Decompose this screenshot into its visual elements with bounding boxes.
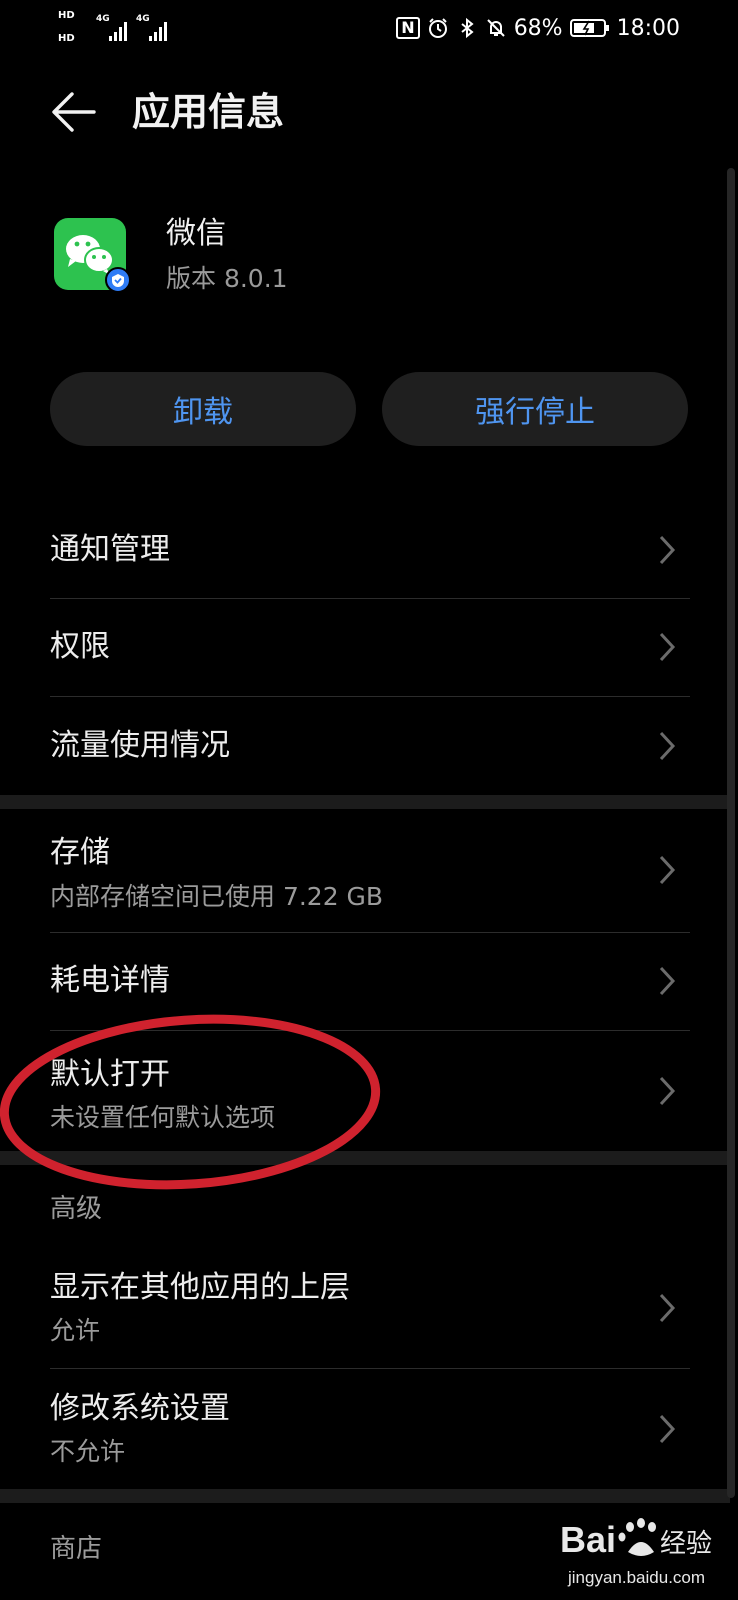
wechat-icon <box>54 218 130 293</box>
back-arrow-icon[interactable] <box>46 84 102 140</box>
list-item-subtitle: 允许 <box>50 1316 101 1345</box>
svg-text:经验: 经验 <box>660 1529 712 1559</box>
list-item-modify-system-settings[interactable]: 修改系统设置 不允许 <box>0 1369 730 1489</box>
list-item-data-usage[interactable]: 流量使用情况 <box>0 697 730 795</box>
list-item-title: 显示在其他应用的上层 <box>50 1270 350 1305</box>
force-stop-button[interactable]: 强行停止 <box>382 372 688 446</box>
chevron-right-icon <box>659 731 676 761</box>
app-bar: 应用信息 <box>0 78 738 148</box>
page-title: 应用信息 <box>132 90 285 134</box>
list-item-title: 存储 <box>50 835 110 870</box>
highlight-ellipse <box>0 1014 381 1190</box>
list-item-title: 修改系统设置 <box>50 1391 230 1426</box>
battery-percent: 68% <box>513 15 563 41</box>
section-separator <box>0 795 730 809</box>
signal-strength-icon <box>109 22 127 41</box>
app-name: 微信 <box>166 216 226 251</box>
hd-label-1: HD <box>58 10 75 21</box>
chevron-right-icon <box>659 535 676 565</box>
chevron-right-icon <box>659 1076 676 1106</box>
list-item-subtitle: 不允许 <box>50 1437 126 1466</box>
alarm-icon <box>428 18 447 38</box>
mute-bell-icon <box>486 19 505 37</box>
chevron-right-icon <box>659 855 676 885</box>
signal-strength-icon-2 <box>149 22 167 41</box>
list-item-storage[interactable]: 存储 内部存储空间已使用 7.22 GB <box>0 809 730 932</box>
section-separator <box>0 1489 730 1503</box>
status-bar: HD HD 4G 4G N 68% 18:00 <box>0 0 738 56</box>
list-item-display-over-apps[interactable]: 显示在其他应用的上层 允许 <box>0 1248 730 1368</box>
battery-icon <box>569 19 609 37</box>
nfc-icon: N <box>396 17 420 39</box>
svg-text:Bai: Bai <box>560 1519 616 1560</box>
section-header-advanced: 高级 <box>50 1194 103 1224</box>
list-item-title: 权限 <box>50 629 110 664</box>
list-item-permissions[interactable]: 权限 <box>0 599 730 696</box>
chevron-right-icon <box>659 632 676 662</box>
uninstall-button[interactable]: 卸载 <box>50 372 356 446</box>
status-bar-right: N 68% 18:00 <box>396 12 680 44</box>
list-item-title: 通知管理 <box>50 532 170 567</box>
scrollbar[interactable] <box>727 168 735 1498</box>
list-item-title: 流量使用情况 <box>50 728 230 763</box>
chevron-right-icon <box>659 1414 676 1444</box>
chevron-right-icon <box>659 1293 676 1323</box>
bluetooth-icon <box>461 17 474 39</box>
list-item-title: 耗电详情 <box>50 963 170 998</box>
chevron-right-icon <box>659 966 676 996</box>
hd-label-2: HD <box>58 33 75 44</box>
list-item-subtitle: 内部存储空间已使用 7.22 GB <box>50 882 384 911</box>
watermark: Bai 经验 jingyan.baidu.com <box>560 1512 730 1592</box>
list-item-notification[interactable]: 通知管理 <box>0 502 730 598</box>
app-version: 版本 8.0.1 <box>166 264 288 293</box>
section-header-store[interactable]: 商店 <box>50 1532 102 1566</box>
watermark-url: jingyan.baidu.com <box>568 1568 706 1587</box>
baidu-logo-icon: Bai 经验 <box>560 1518 712 1560</box>
clock-time: 18:00 <box>616 15 680 41</box>
